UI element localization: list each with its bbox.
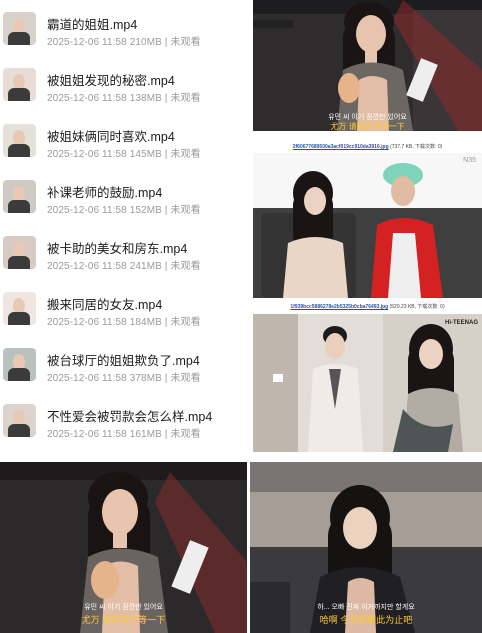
file-meta: 2025-12-06 11:58 378MB | 未观看 [47, 373, 201, 384]
file-size: 241MB [129, 261, 162, 272]
file-meta: 2025-12-06 11:58 241MB | 未观看 [47, 261, 201, 272]
video-file-list: 霸道的姐姐.mp4 2025-12-06 11:58 210MB | 未观看 被姐姐… [0, 0, 250, 450]
video-thumbnail[interactable] [3, 404, 36, 437]
file-meta: 2025-12-06 11:58 210MB | 未观看 [47, 37, 201, 48]
video-still-gym-2[interactable]: 하... 오빠 진짜 이거까지만 할게요 哈啊 今天就到此为止吧 [250, 462, 482, 633]
file-list-item[interactable]: 被卡助的美女和房东.mp4 2025-12-06 11:58 241MB | 未观… [0, 228, 250, 284]
video-thumbnail[interactable] [3, 12, 36, 45]
subtitle-chinese: 哈啊 今天就到此为止吧 [319, 615, 413, 625]
watch-status: 未观看 [170, 205, 201, 216]
file-size: 161MB [129, 429, 162, 440]
watch-status: 未观看 [170, 429, 201, 440]
file-date: 2025-12-06 11:58 [47, 317, 127, 328]
thumbnail-body-shape [8, 200, 30, 213]
file-size: 184MB [129, 317, 162, 328]
watch-status: 未观看 [170, 373, 201, 384]
thumbnail-body-shape [8, 32, 30, 45]
file-meta: 2025-12-06 11:58 152MB | 未观看 [47, 205, 201, 216]
watch-status: 未观看 [170, 261, 201, 272]
video-thumbnail[interactable] [3, 348, 36, 381]
subtitle-chinese: 尤万 请在这里等一下 [330, 122, 405, 131]
file-date: 2025-12-06 11:58 [47, 93, 127, 104]
video-thumbnail[interactable] [3, 180, 36, 213]
watch-status: 未观看 [170, 149, 201, 160]
attachment-caption: 1f939bcc5886278e2b5325b0cba76493.jpg (52… [253, 303, 482, 310]
watch-status: 未观看 [170, 93, 201, 104]
image-frame-gym[interactable]: 유민 씨 이기 잠깐만 있어요 尤万 请在这里等一下 [253, 0, 482, 131]
studio-logo: N35 [463, 157, 476, 164]
file-list-item[interactable]: 霸道的姐姐.mp4 2025-12-06 11:58 210MB | 未观看 [0, 4, 250, 60]
file-name: 补课老师的鼓励.mp4 [47, 186, 163, 200]
image-frame-bathroom[interactable]: Hi-TEENAG [253, 314, 482, 452]
file-meta: 2025-12-06 11:58 184MB | 未观看 [47, 317, 201, 328]
subtitle-korean: 유민 씨 이기 잠깐만 있어요 [84, 604, 163, 611]
file-size: 138MB [129, 93, 162, 104]
video-thumbnail[interactable] [3, 236, 36, 269]
thumbnail-body-shape [8, 88, 30, 101]
file-meta: 2025-12-06 11:58 138MB | 未观看 [47, 93, 201, 104]
file-date: 2025-12-06 11:58 [47, 149, 127, 160]
thumbnail-body-shape [8, 312, 30, 325]
attachment-info: (529.23 KB, 下载次数: 0) [389, 304, 445, 310]
thumbnail-body-shape [8, 368, 30, 381]
watch-status: 未观看 [170, 37, 201, 48]
file-date: 2025-12-06 11:58 [47, 429, 127, 440]
thumbnail-body-shape [8, 424, 30, 437]
thumbnail-body-shape [8, 256, 30, 269]
file-size: 378MB [129, 373, 162, 384]
studio-scene-graphic [253, 153, 482, 298]
file-list-item[interactable]: 补课老师的鼓励.mp4 2025-12-06 11:58 152MB | 未观看 [0, 172, 250, 228]
file-name: 被姐妹俩同时喜欢.mp4 [47, 130, 175, 144]
video-thumbnail[interactable] [3, 292, 36, 325]
file-list-item[interactable]: 被姐姐发现的秘密.mp4 2025-12-06 11:58 138MB | 未观看 [0, 60, 250, 116]
watch-status: 未观看 [170, 317, 201, 328]
file-name: 被卡助的美女和房东.mp4 [47, 242, 188, 256]
attachment-caption: 2f60677689500a3acf019cc910da3916.jpg (73… [253, 143, 482, 150]
file-list-item[interactable]: 搬来同居的女友.mp4 2025-12-06 11:58 184MB | 未观看 [0, 284, 250, 340]
file-size: 152MB [129, 205, 162, 216]
video-stills-row: 유민 씨 이기 잠깐만 있어요 尤万 请在这里等一下 하... 오빠 진짜 이거… [0, 462, 482, 633]
file-list-item[interactable]: 不性爱会被罚款会怎么样.mp4 2025-12-06 11:58 161MB | … [0, 396, 250, 452]
file-list-item[interactable]: 被台球厅的姐姐欺负了.mp4 2025-12-06 11:58 378MB | 未… [0, 340, 250, 396]
file-name: 霸道的姐姐.mp4 [47, 18, 138, 32]
file-date: 2025-12-06 11:58 [47, 205, 127, 216]
file-name: 不性爱会被罚款会怎么样.mp4 [47, 410, 213, 424]
attachment-info: (737.7 KB, 下载次数: 0) [390, 144, 443, 150]
attachment-filename-link[interactable]: 1f939bcc5886278e2b5325b0cba76493.jpg [290, 304, 388, 310]
thumbnail-body-shape [8, 144, 30, 157]
file-name: 被姐姐发现的秘密.mp4 [47, 74, 175, 88]
subtitle-korean: 하... 오빠 진짜 이거까지만 할게요 [317, 604, 415, 611]
file-meta: 2025-12-06 11:58 145MB | 未观看 [47, 149, 201, 160]
file-list-item[interactable]: 被姐妹俩同时喜欢.mp4 2025-12-06 11:58 145MB | 未观看 [0, 116, 250, 172]
video-thumbnail[interactable] [3, 124, 36, 157]
bathroom-scene-graphic [253, 314, 482, 452]
file-name: 搬来同居的女友.mp4 [47, 298, 163, 312]
image-attachment-column: 유민 씨 이기 잠깐만 있어요 尤万 请在这里等一下 2f60677689500… [253, 0, 482, 452]
file-date: 2025-12-06 11:58 [47, 261, 127, 272]
file-meta: 2025-12-06 11:58 161MB | 未观看 [47, 429, 201, 440]
attachment-filename-link[interactable]: 2f60677689500a3acf019cc910da3916.jpg [293, 144, 389, 150]
video-still-gym[interactable]: 유민 씨 이기 잠깐만 있어요 尤万 请在这里等一下 [0, 462, 247, 633]
image-frame-studio[interactable]: N35 [253, 153, 482, 298]
file-date: 2025-12-06 11:58 [47, 373, 127, 384]
subtitle-chinese: 尤万 请在这里等一下 [81, 615, 166, 625]
file-name: 被台球厅的姐姐欺负了.mp4 [47, 354, 200, 368]
channel-logo: Hi-TEENAG [445, 320, 478, 326]
video-thumbnail[interactable] [3, 68, 36, 101]
file-size: 145MB [129, 149, 162, 160]
file-date: 2025-12-06 11:58 [47, 37, 127, 48]
file-size: 210MB [129, 37, 162, 48]
